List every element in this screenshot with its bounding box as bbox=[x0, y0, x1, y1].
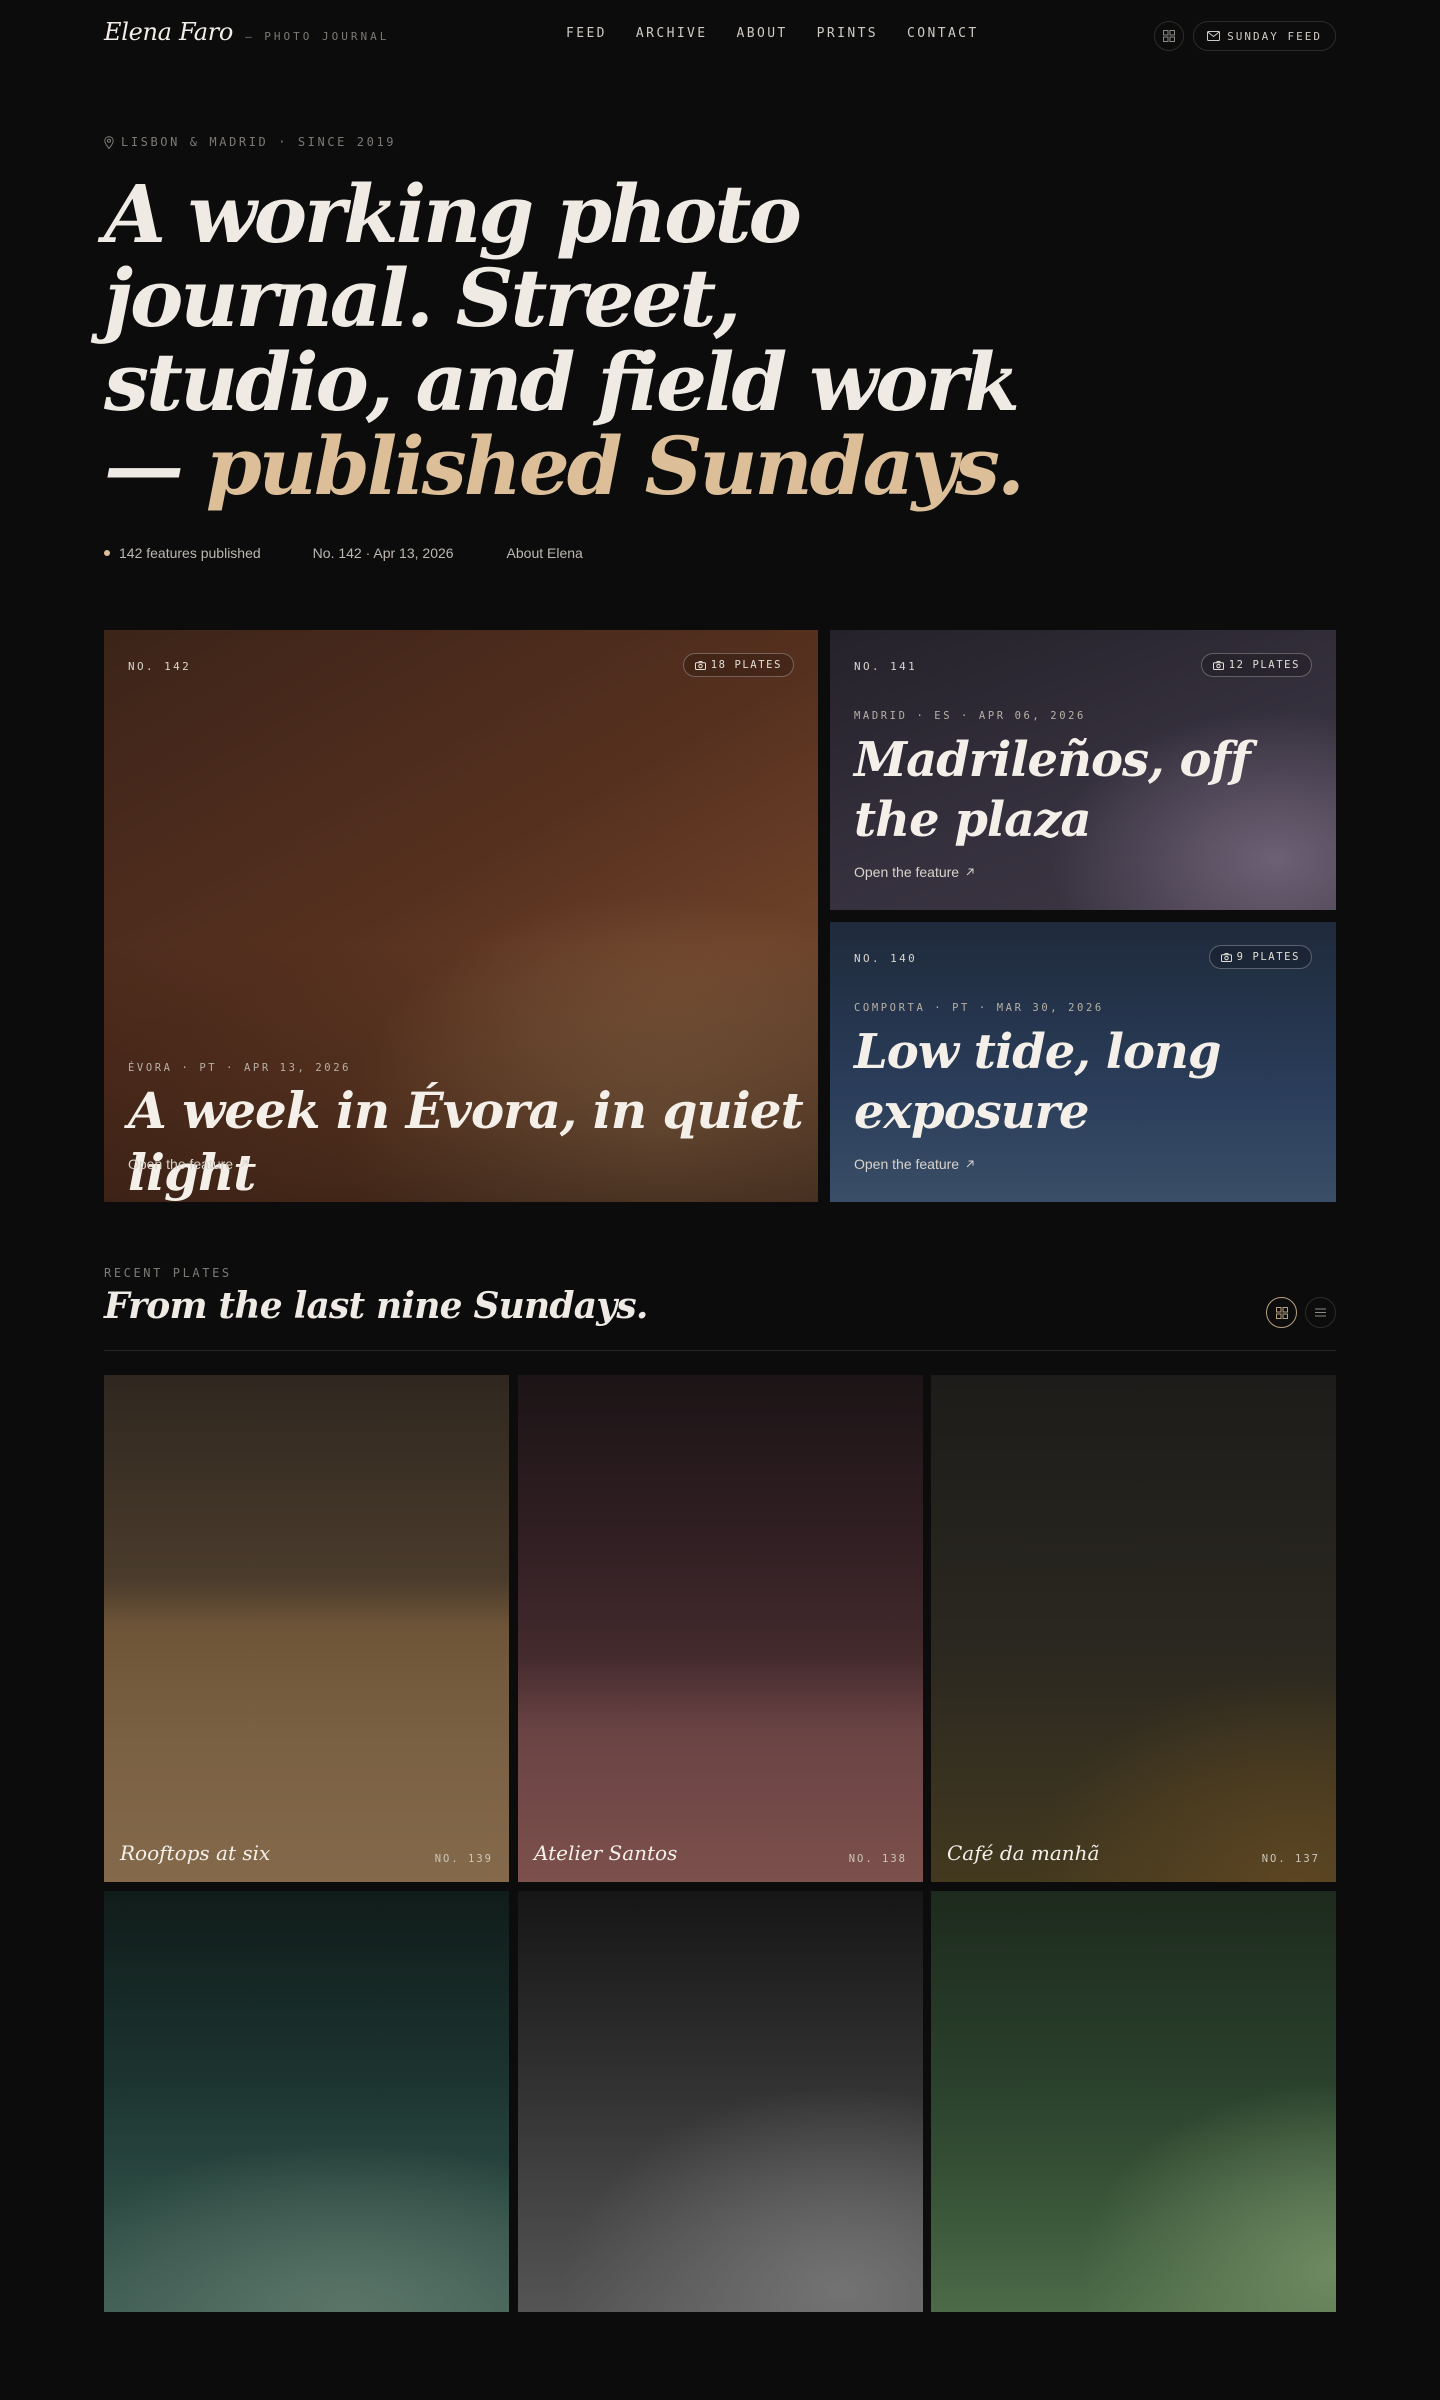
feature-title[interactable]: A week in Évora, in quiet light bbox=[128, 1080, 818, 1202]
plate-card[interactable]: Café da manhã NO. 137 bbox=[931, 1375, 1336, 1882]
open-feature-label: Open the feature bbox=[854, 1156, 960, 1172]
brand-tagline: — PHOTO JOURNAL bbox=[245, 30, 390, 43]
plates-badge: 18 PLATES bbox=[682, 653, 794, 677]
open-feature-link[interactable]: Open the feature bbox=[854, 1156, 974, 1172]
feature-location: COMPORTA · PT · MAR 30, 2026 bbox=[854, 1002, 1104, 1014]
arrow-up-right-icon bbox=[240, 1160, 248, 1168]
sunday-feed-label: SUNDAY FEED bbox=[1227, 29, 1322, 43]
about-link[interactable]: About Elena bbox=[507, 545, 583, 561]
plates-badge: 12 PLATES bbox=[1200, 653, 1312, 677]
plate-card[interactable] bbox=[518, 1891, 923, 2312]
feature-number: NO. 141 bbox=[854, 660, 918, 673]
brand[interactable]: Elena Faro — PHOTO JOURNAL bbox=[104, 18, 389, 46]
recent-title: From the last nine Sundays. bbox=[104, 1285, 648, 1327]
plate-number: NO. 137 bbox=[1261, 1853, 1320, 1865]
plate-title: Rooftops at six bbox=[120, 1841, 271, 1865]
camera-icon bbox=[694, 660, 706, 670]
arrow-up-right-icon bbox=[966, 868, 974, 876]
hero-meta: 142 features published No. 142 · Apr 13,… bbox=[104, 545, 583, 561]
open-feature-label: Open the feature bbox=[854, 864, 960, 880]
pin-icon bbox=[104, 135, 114, 149]
arrow-up-right-icon bbox=[966, 1160, 974, 1168]
open-feature-link[interactable]: Open the feature bbox=[854, 864, 974, 880]
plates-count: 9 PLATES bbox=[1236, 951, 1300, 963]
plates-count: 18 PLATES bbox=[710, 659, 782, 671]
headline-accent: published Sundays. bbox=[205, 419, 1025, 513]
brand-name[interactable]: Elena Faro bbox=[104, 18, 233, 46]
grid-view-button[interactable] bbox=[1266, 1297, 1297, 1328]
feature-number: NO. 142 bbox=[128, 660, 192, 673]
nav-prints[interactable]: PRINTS bbox=[817, 26, 878, 41]
camera-icon bbox=[1220, 952, 1232, 962]
plate-card[interactable]: Atelier Santos NO. 138 bbox=[518, 1375, 923, 1882]
plate-card[interactable] bbox=[104, 1891, 509, 2312]
hero-kicker-text: LISBON & MADRID · SINCE 2019 bbox=[121, 135, 397, 149]
nav-archive[interactable]: ARCHIVE bbox=[636, 26, 708, 41]
feature-card-142[interactable]: NO. 142 18 PLATES ÉVORA · PT · APR 13, 2… bbox=[104, 630, 818, 1202]
hero-headline: A working photo journal. Street, studio,… bbox=[104, 172, 1025, 508]
open-feature-label: Open the feature bbox=[128, 1156, 234, 1172]
latest-issue[interactable]: No. 142 · Apr 13, 2026 bbox=[313, 545, 454, 561]
open-feature-link[interactable]: Open the feature bbox=[128, 1156, 248, 1172]
plate-title: Atelier Santos bbox=[534, 1841, 678, 1865]
feature-title[interactable]: Low tide, long exposure bbox=[854, 1022, 1294, 1142]
nav-contact[interactable]: CONTACT bbox=[907, 26, 979, 41]
section-divider bbox=[104, 1350, 1336, 1351]
feature-card-140[interactable]: NO. 140 9 PLATES COMPORTA · PT · MAR 30,… bbox=[830, 922, 1336, 1202]
sunday-feed-button[interactable]: SUNDAY FEED bbox=[1193, 21, 1336, 51]
plate-card[interactable] bbox=[931, 1891, 1336, 2312]
feature-card-141[interactable]: NO. 141 12 PLATES MADRID · ES · APR 06, … bbox=[830, 630, 1336, 910]
feature-location: MADRID · ES · APR 06, 2026 bbox=[854, 710, 1086, 722]
view-toggle bbox=[1266, 1297, 1336, 1328]
hero-kicker: LISBON & MADRID · SINCE 2019 bbox=[104, 135, 396, 149]
plates-count: 12 PLATES bbox=[1228, 659, 1300, 671]
plate-title: Café da manhã bbox=[947, 1841, 1100, 1865]
grid-icon bbox=[1163, 30, 1176, 42]
plate-number: NO. 139 bbox=[434, 1853, 493, 1865]
plates-badge: 9 PLATES bbox=[1208, 945, 1312, 969]
grid-button[interactable] bbox=[1154, 21, 1185, 51]
plate-card[interactable]: Rooftops at six NO. 139 bbox=[104, 1375, 509, 1882]
feature-location: ÉVORA · PT · APR 13, 2026 bbox=[128, 1062, 352, 1074]
nav-feed[interactable]: FEED bbox=[566, 26, 607, 41]
camera-icon bbox=[1212, 660, 1224, 670]
feature-number: NO. 140 bbox=[854, 952, 918, 965]
recent-kicker: RECENT PLATES bbox=[104, 1266, 232, 1280]
site-header: Elena Faro — PHOTO JOURNAL FEED ARCHIVE … bbox=[104, 18, 1336, 52]
nav-about[interactable]: ABOUT bbox=[737, 26, 788, 41]
status-dot bbox=[104, 550, 110, 556]
list-view-icon bbox=[1315, 1308, 1326, 1317]
feature-title[interactable]: Madrileños, off the plaza bbox=[854, 730, 1294, 850]
main-nav: FEED ARCHIVE ABOUT PRINTS CONTACT bbox=[566, 26, 979, 41]
list-view-button[interactable] bbox=[1305, 1297, 1336, 1328]
features-count: 142 features published bbox=[119, 545, 261, 561]
header-actions: SUNDAY FEED bbox=[1154, 21, 1336, 51]
plate-number: NO. 138 bbox=[848, 1853, 907, 1865]
mail-icon bbox=[1207, 31, 1221, 41]
grid-view-icon bbox=[1275, 1306, 1288, 1319]
